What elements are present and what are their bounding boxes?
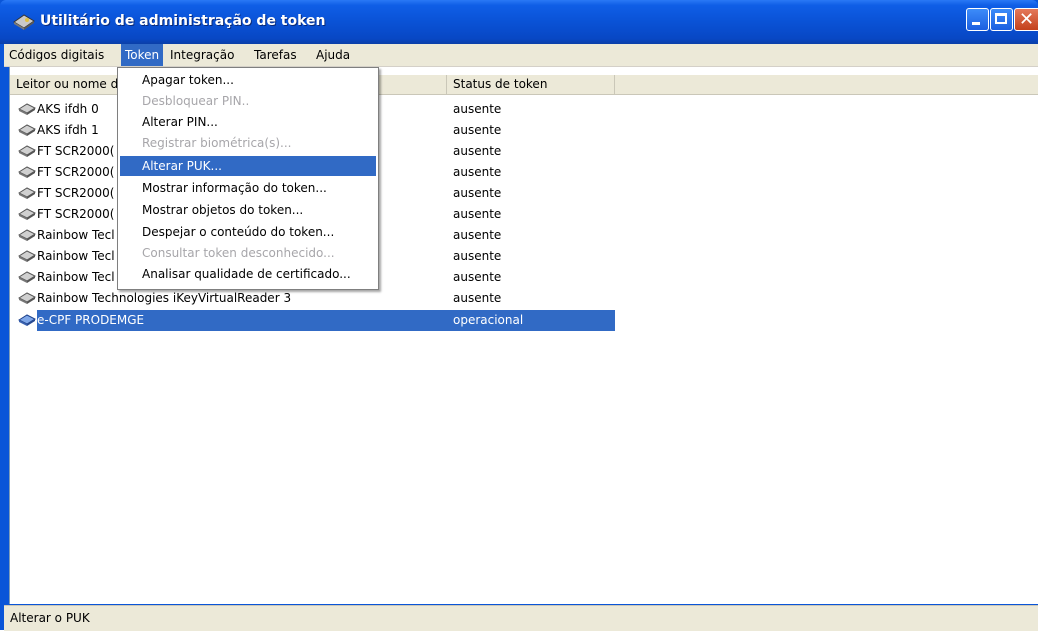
menu-item-mostrar-informacao[interactable]: Mostrar informação do token...: [120, 178, 376, 198]
table-row[interactable]: Rainbow Technologies iKeyVirtualReader 3…: [10, 288, 1038, 309]
row-status: ausente: [453, 228, 502, 242]
minimize-button[interactable]: [966, 8, 989, 31]
row-status: ausente: [453, 207, 502, 221]
table-row-selected[interactable]: e-CPF PRODEMGE operacional: [10, 310, 1038, 331]
token-reader-icon: [18, 249, 36, 262]
row-name: Rainbow Tecl: [37, 249, 115, 263]
menu-tarefas[interactable]: Tarefas: [250, 44, 301, 66]
token-reader-icon: [18, 102, 36, 115]
close-icon: ✕: [1019, 9, 1035, 30]
menu-item-alterar-puk[interactable]: Alterar PUK...: [120, 156, 376, 176]
menu-integracao[interactable]: Integração: [166, 44, 238, 66]
title-bar[interactable]: Utilitário de administração de token ✕: [0, 0, 1038, 44]
row-name: e-CPF PRODEMGE: [37, 313, 145, 327]
token-reader-icon: [18, 228, 36, 241]
token-reader-icon: [18, 123, 36, 136]
status-text: Alterar o PUK: [10, 611, 90, 625]
row-status: ausente: [453, 291, 502, 305]
token-app-icon: [13, 14, 35, 30]
row-name: FT SCR2000(: [37, 207, 115, 221]
menu-item-analisar-certificado[interactable]: Analisar qualidade de certificado...: [120, 264, 376, 284]
row-name: Rainbow Technologies iKeyVirtualReader 3: [37, 291, 292, 305]
token-menu-dropdown: Apagar token... Desbloquear PIN.. Altera…: [117, 67, 379, 290]
menu-ajuda[interactable]: Ajuda: [312, 44, 354, 66]
token-active-icon: [18, 313, 36, 326]
row-status: ausente: [453, 102, 502, 116]
maximize-icon: [995, 13, 1007, 24]
menu-item-registrar-biometrica: Registrar biométrica(s)...: [142, 136, 292, 150]
row-status: ausente: [453, 123, 502, 137]
token-reader-icon: [18, 270, 36, 283]
menu-codigos-digitais[interactable]: Códigos digitais: [5, 44, 108, 66]
token-reader-icon: [18, 207, 36, 220]
token-reader-icon: [18, 291, 36, 304]
row-status: ausente: [453, 186, 502, 200]
row-name: FT SCR2000(: [37, 165, 115, 179]
column-header-status[interactable]: Status de token: [447, 75, 615, 94]
row-name: FT SCR2000(: [37, 144, 115, 158]
status-bar: Alterar o PUK: [4, 605, 1038, 631]
row-name: FT SCR2000(: [37, 186, 115, 200]
row-name: AKS ifdh 0: [37, 102, 99, 116]
maximize-button[interactable]: [990, 8, 1013, 31]
row-status: ausente: [453, 249, 502, 263]
token-reader-icon: [18, 144, 36, 157]
menu-item-consultar-token: Consultar token desconhecido...: [142, 246, 335, 260]
token-reader-icon: [18, 165, 36, 178]
row-status: operacional: [453, 313, 524, 327]
menu-item-apagar-token[interactable]: Apagar token...: [120, 70, 376, 90]
window-title: Utilitário de administração de token: [40, 13, 326, 29]
row-name: Rainbow Tecl: [37, 228, 115, 242]
menu-bar: Códigos digitais Token Integração Tarefa…: [4, 44, 1038, 67]
row-name: Rainbow Tecl: [37, 270, 115, 284]
menu-item-desbloquear-pin: Desbloquear PIN..: [142, 94, 250, 108]
menu-item-alterar-pin[interactable]: Alterar PIN...: [120, 112, 376, 132]
app-window: Utilitário de administração de token ✕ C…: [0, 0, 1038, 631]
row-name: AKS ifdh 1: [37, 123, 99, 137]
row-status: ausente: [453, 165, 502, 179]
menu-token[interactable]: Token: [121, 44, 164, 66]
minimize-icon: [972, 22, 980, 25]
menu-item-mostrar-objetos[interactable]: Mostrar objetos do token...: [120, 200, 376, 220]
row-status: ausente: [453, 270, 502, 284]
menu-item-despejar-conteudo[interactable]: Despejar o conteúdo do token...: [120, 222, 376, 242]
token-reader-icon: [18, 186, 36, 199]
row-status: ausente: [453, 144, 502, 158]
close-button[interactable]: ✕: [1014, 8, 1038, 31]
